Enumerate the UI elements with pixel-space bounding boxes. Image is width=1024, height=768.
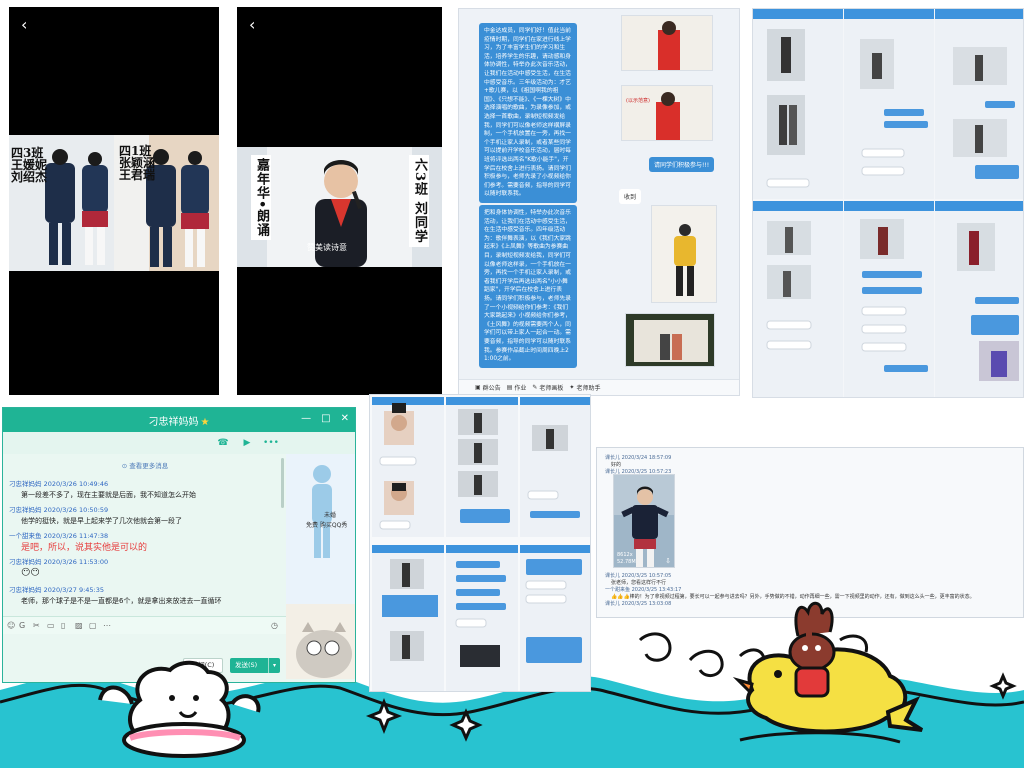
maximize-button[interactable]: □ <box>321 413 330 424</box>
qq-show-text-1: 未婚 <box>324 512 337 519</box>
group-notice-tab[interactable]: ▣ 群公告 <box>475 383 501 392</box>
message-text: 是吧，所以，说其实他是可以的 <box>21 543 148 553</box>
folder-icon[interactable]: ▭ <box>47 621 55 630</box>
video-duration-label: 52.78M <box>617 559 636 565</box>
video-thumbnail-4[interactable] <box>625 313 715 367</box>
log-text: 👍👍👍棒的！为了拿视频过程第，要长可以一起参与进去吗？另外，手势做的不错，动作再… <box>611 594 975 600</box>
download-icon[interactable]: ⇩ <box>665 557 671 565</box>
gif-icon[interactable]: G <box>19 621 25 630</box>
emoji-message: 😶😶 <box>21 568 40 578</box>
message-text: 第一段差不多了，现在主要就是后面，我不知道怎么开始 <box>21 491 196 499</box>
notice-bottom-bar: ▣ 群公告 ▤ 作业 ✎ 老师画板 ✦ 老师助手 <box>459 379 739 395</box>
log-sender: 课长儿 2020/3/24 18:57:09 <box>605 455 672 461</box>
star-icon: ★ <box>200 417 210 428</box>
video-thumbnail-3[interactable] <box>651 205 717 303</box>
phone-screenshot-uniform: ‹ 四3班 王媛妮 刘绍杰 四1班 张颖涵 王君瑞 <box>9 7 219 395</box>
mini-chat-grid-top <box>752 8 1024 398</box>
phone-call-icon[interactable]: ☎ <box>215 435 231 451</box>
qq-input-toolbar: ☺ G ✂ ▭ ▯ ▨ ▢ ⋯ ◷ <box>3 616 286 634</box>
recitation-banner-right: 六3班 刘同学 <box>409 155 429 247</box>
log-sender: 课长儿 2020/3/25 10:57:05 <box>605 573 672 579</box>
class-label-left: 四3班 王媛妮 刘绍杰 <box>11 146 48 184</box>
mini-chat-grid-middle <box>369 394 591 692</box>
log-sender: 一个甜来鱼 2020/3/25 13:43:17 <box>605 587 682 593</box>
log-sender: 课长儿 2020/3/25 13:03:08 <box>605 601 672 607</box>
message-scrollbar[interactable] <box>281 458 284 508</box>
video-message-thumbnail[interactable]: 8612x 52.78M ⇩ <box>613 474 675 568</box>
message-sender: 一个甜来鱼 2020/3/26 11:47:38 <box>9 532 109 540</box>
class-label-right: 四1班 张颖涵 王君瑞 <box>119 144 156 182</box>
close-button[interactable]: 关闭(C) <box>183 658 223 673</box>
pc-chat-log: 课长儿 2020/3/24 18:57:09 好的 课长儿 2020/3/25 … <box>596 447 1024 618</box>
recitation-subtitle: 赞美读诗意 <box>307 243 347 252</box>
message-sender: 刁忠祥妈妈 2020/3/26 10:49:46 <box>9 480 109 488</box>
video-size-label: 8612x <box>617 552 633 558</box>
please-participate-bubble: 请同学们积极参与!!! <box>649 157 715 172</box>
message-text: 老师，那个球子是不是一直都是6个，就是拿出来放进去一直循环 <box>21 597 222 605</box>
message-sender: 刁忠祥妈妈 2020/3/26 11:53:00 <box>9 558 109 566</box>
qq-titlebar: 刁忠祥妈妈 ★ — □ ✕ <box>3 408 355 432</box>
recitation-photo: 嘉年华•朗诵 六3班 刘同学 赞美读诗意 <box>237 147 442 267</box>
qq-chat-window: 刁忠祥妈妈 ★ — □ ✕ ☎ ▶ ••• ⊙ 查看更多消息 刁忠祥妈妈 2020… <box>2 407 356 683</box>
qq-message-list: ⊙ 查看更多消息 刁忠祥妈妈 2020/3/26 10:49:46 第一段差不多… <box>9 454 281 614</box>
phone-screenshot-recitation: ‹ 嘉年华•朗诵 六3班 刘同学 赞美读诗意 <box>237 7 442 395</box>
emoji-icon[interactable]: ☺ <box>7 621 15 630</box>
video-thumbnail-2[interactable]: (以示范意) <box>621 85 713 141</box>
send-button[interactable]: 发送(S) ▾ <box>230 658 280 673</box>
close-window-button[interactable]: ✕ <box>341 413 349 424</box>
log-text: 好的 <box>611 462 622 468</box>
back-chevron-icon[interactable]: ‹ <box>249 15 255 34</box>
svg-text:(以示范意): (以示范意) <box>626 97 650 104</box>
scissors-icon[interactable]: ✂ <box>33 621 40 630</box>
mini-chat-grid-graphic <box>753 9 1023 397</box>
more-options-icon[interactable]: ••• <box>263 435 279 451</box>
video-call-icon[interactable]: ▶ <box>239 435 255 451</box>
recitation-banner-left: 嘉年华•朗诵 <box>251 155 271 241</box>
view-more-messages-link[interactable]: ⊙ 查看更多消息 <box>9 460 281 470</box>
qq-show-text-2[interactable]: 免费 购买QQ秀 <box>306 520 347 529</box>
message-sender: 刁忠祥妈妈 2020/3/26 10:50:59 <box>9 506 109 514</box>
notice-chat-screenshot: 中金达成员，同学们好！值此当前疫情时期，同学们在家进行线上学习，为了丰富学生们的… <box>458 8 740 396</box>
received-bubble: 收到 <box>619 189 642 204</box>
mini-chat-grid-middle-graphic <box>370 395 590 691</box>
uniform-photo: 四3班 王媛妮 刘绍杰 四1班 张颖涵 王君瑞 <box>9 135 219 271</box>
notice-message-2: 把和身体协调性，特举办此次音乐活动，让我们在活动中感受生活，在生活中感受音乐。四… <box>479 205 577 368</box>
doc-icon[interactable]: ▯ <box>61 621 65 630</box>
window-controls: — □ ✕ <box>301 413 349 424</box>
send-options-chevron-icon[interactable]: ▾ <box>268 658 280 673</box>
message-text: 他学的挺快，就是早上起来学了几次他就会第一段了 <box>21 517 182 525</box>
homework-tab[interactable]: ▤ 作业 <box>507 383 527 392</box>
notice-message-1: 中金达成员，同学们好！值此当前疫情时期，同学们在家进行线上学习，为了丰富学生们的… <box>479 23 577 203</box>
minimize-button[interactable]: — <box>301 413 311 424</box>
back-chevron-icon[interactable]: ‹ <box>21 15 27 34</box>
screen-icon[interactable]: ▢ <box>89 621 97 630</box>
teacher-assistant-tab[interactable]: ✦ 老师助手 <box>569 383 600 392</box>
qq-show-avatar <box>286 454 355 679</box>
message-sender: 刁忠祥妈妈 2020/3/27 9:45:35 <box>9 586 105 594</box>
more-icon[interactable]: ⋯ <box>103 621 111 630</box>
video-thumbnail-1[interactable] <box>621 15 713 71</box>
history-icon[interactable]: ◷ <box>271 621 278 630</box>
teacher-board-tab[interactable]: ✎ 老师画板 <box>532 383 563 392</box>
image-icon[interactable]: ▨ <box>75 621 83 630</box>
qq-toolbar: ☎ ▶ ••• <box>3 432 355 454</box>
qq-side-panel: 未婚 免费 购买QQ秀 <box>286 454 355 679</box>
log-text: 张老师，您看这样行不行 <box>611 580 667 586</box>
